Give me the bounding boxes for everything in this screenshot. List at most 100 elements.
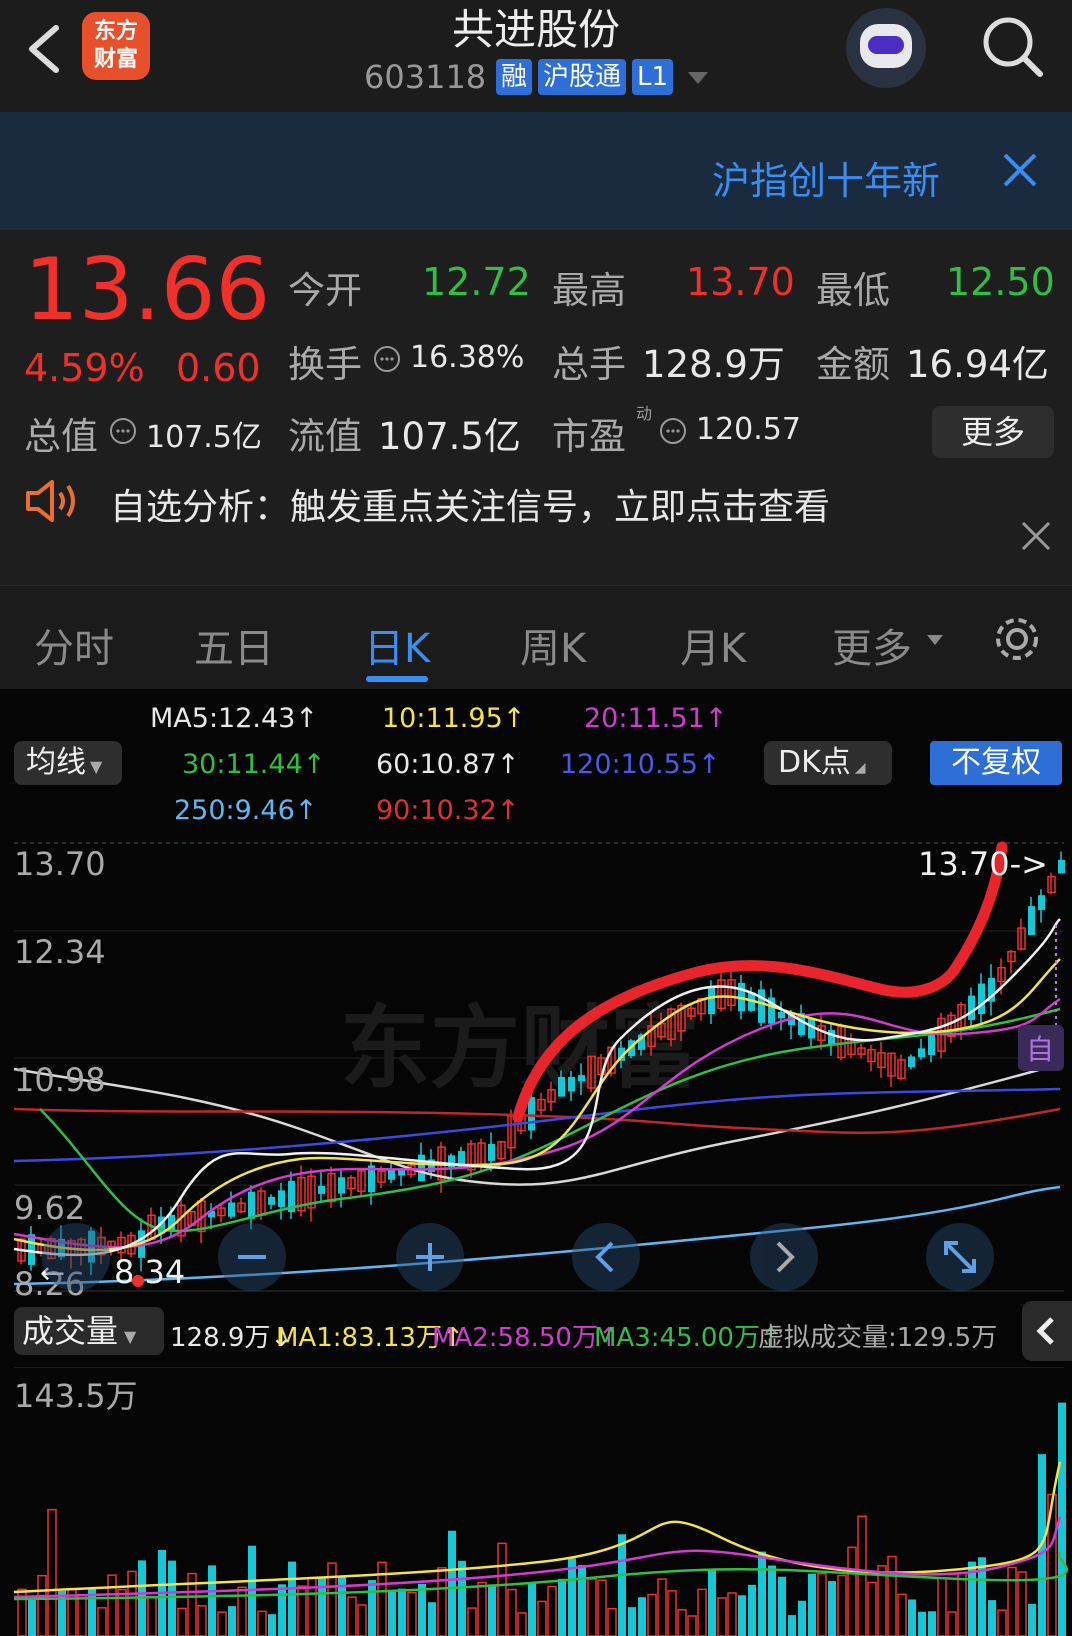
tab-intraday[interactable]: 分时 (34, 616, 114, 674)
tab-five-day[interactable]: 五日 (194, 616, 274, 674)
notice-text[interactable]: 自选分析：触发重点关注信号，立即点击查看 (110, 478, 830, 530)
dropdown-arrow-icon (927, 635, 943, 645)
candle-body (528, 1097, 535, 1131)
volume-bar (657, 1578, 667, 1636)
last-price: 13.66 (24, 240, 271, 340)
volume-bar (997, 1609, 1007, 1636)
volume-bar (448, 1530, 456, 1636)
collapse-button[interactable] (1022, 1301, 1072, 1361)
news-banner[interactable]: 沪指创十年新 (0, 112, 1072, 230)
volume-bar (388, 1591, 396, 1636)
volume-svg[interactable]: 143.5万 (0, 1367, 1072, 1636)
volume-bar (467, 1607, 477, 1636)
settings-gear-icon[interactable] (990, 612, 1044, 666)
volume-selector[interactable]: 成交量 ▼ (14, 1307, 164, 1355)
dk-point-button[interactable]: DK点 ◢ (764, 741, 892, 785)
badge-margin: 融 (496, 59, 533, 95)
info-icon[interactable] (372, 344, 402, 374)
close-notice-icon[interactable] (1020, 520, 1052, 552)
candle-body (708, 986, 715, 1015)
volume-bar (217, 1611, 227, 1636)
info-icon[interactable] (658, 416, 688, 446)
adjust-button[interactable]: 不复权 (930, 741, 1062, 785)
tab-more[interactable]: 更多 (832, 616, 912, 674)
volume-bar (607, 1607, 617, 1636)
candle-body (278, 1190, 285, 1207)
candle-body (1038, 895, 1045, 910)
candle-body (318, 1185, 325, 1194)
info-icon[interactable] (108, 416, 138, 446)
candle-body (268, 1196, 275, 1205)
watermark: 东方财富 (340, 996, 700, 1101)
candle-body (228, 1202, 235, 1217)
pe-label: 市盈 (552, 415, 626, 458)
scroll-left-button[interactable] (572, 1223, 640, 1291)
candle-body (388, 1169, 395, 1180)
side-tag: 自 (1026, 1033, 1054, 1066)
volume-bar (107, 1574, 117, 1636)
candle-body (488, 1143, 495, 1161)
volume-virtual: 虚拟成交量:129.5万 (758, 1323, 998, 1353)
volume-bar (847, 1546, 857, 1636)
ma-selector[interactable]: 均线 ▼ (14, 741, 122, 785)
low-marker: 8.34 (114, 1253, 185, 1291)
volume-bar (768, 1565, 776, 1636)
volume-bar (817, 1572, 827, 1636)
candle-body (558, 1076, 565, 1097)
volume-bar (587, 1578, 597, 1636)
ma5-value: MA5:12.43↑ (150, 703, 318, 734)
volume-bar (928, 1611, 936, 1636)
ma10-value: 10:11.95↑ (382, 703, 526, 734)
volume-bar (1007, 1566, 1017, 1636)
turnover-label: 换手 (288, 343, 362, 386)
open-value: 12.72 (422, 260, 531, 304)
tab-weekly-k[interactable]: 周K (520, 616, 586, 674)
volume-bars (17, 1402, 1066, 1636)
banner-text[interactable]: 沪指创十年新 (712, 150, 940, 205)
search-icon[interactable] (978, 12, 1048, 82)
volume-bar (957, 1572, 967, 1636)
close-icon[interactable] (1002, 152, 1038, 188)
y-label: 10.98 (14, 1061, 106, 1099)
candle-body (968, 995, 975, 1021)
volume-bar (677, 1609, 687, 1636)
low-label: 最低 (816, 269, 890, 312)
volume-bar (458, 1560, 466, 1636)
volume-bar (77, 1594, 87, 1636)
volume-value: 128.9万 (642, 343, 785, 386)
robot-assistant-icon[interactable] (846, 8, 926, 88)
pe-dynamic-mark: 动 (636, 404, 653, 423)
volume-bar (568, 1558, 576, 1636)
volume-bar (47, 1508, 57, 1636)
volume-bar (578, 1565, 586, 1636)
candle-body (248, 1191, 255, 1219)
ma-panel: MA5:12.43↑ 10:11.95↑ 20:11.51↑ 30:11.44↑… (0, 689, 1072, 839)
dropdown-arrow-icon[interactable] (686, 70, 710, 86)
volume-bar (547, 1585, 557, 1636)
volume-ma2: MA2:58.50万↑ (432, 1323, 620, 1353)
volume-bar (97, 1607, 107, 1636)
y-label: 13.70 (14, 845, 106, 883)
low-marker-dot (132, 1275, 144, 1287)
volume-bar (988, 1600, 996, 1636)
volume-bar (127, 1570, 137, 1636)
candle-body (918, 1048, 925, 1058)
more-button[interactable]: 更多 (932, 406, 1054, 458)
tab-monthly-k[interactable]: 月K (680, 616, 746, 674)
turnover-value: 16.38% (410, 340, 525, 375)
kline-chart[interactable]: 东方财富 13.70 12.34 10.98 9.62 8.26 13.70->… (0, 839, 1072, 1636)
tab-daily-k[interactable]: 日K (364, 616, 430, 674)
scroll-right-button[interactable] (750, 1223, 818, 1291)
volume-top-label: 143.5万 (14, 1377, 138, 1415)
volume-bar (618, 1534, 626, 1636)
volume-bar (937, 1577, 947, 1636)
zoom-out-bg (42, 1223, 110, 1291)
volume-bar (887, 1555, 897, 1636)
candle-body (1058, 859, 1065, 874)
volume-bar (897, 1593, 907, 1636)
y-label: 9.62 (14, 1189, 85, 1227)
volume-bar (908, 1599, 916, 1636)
candle-body (568, 1076, 575, 1092)
volume-bar (168, 1560, 176, 1636)
high-value: 13.70 (686, 260, 795, 304)
